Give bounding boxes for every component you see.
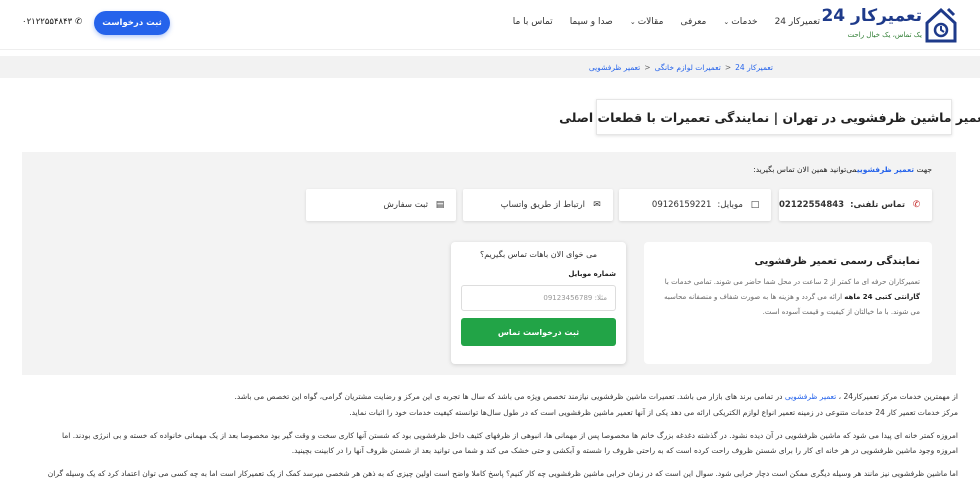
request-button[interactable]: ثبت درخواست bbox=[94, 11, 170, 35]
mobile-input[interactable]: مثلا: 09123456789 bbox=[461, 285, 616, 311]
chat-icon: ✉ bbox=[593, 200, 601, 210]
mobile-card[interactable]: □ موبایل: 09126159221 bbox=[619, 189, 771, 221]
breadcrumb-item-home[interactable]: تعمیرکار 24 bbox=[735, 63, 773, 72]
intro-paragraph-2: مرکز خدمات تعمیر کار 24 خدمات متنوعی در … bbox=[349, 408, 958, 417]
logo-text: تعمیرکار 24 bbox=[821, 6, 922, 26]
nav-item-home[interactable]: تعمیرکار 24 bbox=[775, 17, 820, 27]
representative-title: نمایندگی رسمی تعمیر ظرفشویی bbox=[754, 256, 920, 267]
order-card[interactable]: ▤ ثبت سفارش bbox=[306, 189, 456, 221]
phone-icon: ✆ bbox=[74, 17, 83, 27]
logo-tagline: یک تماس، یک خیال راحت bbox=[847, 31, 922, 39]
phone-card[interactable]: ✆ تماس تلفنی: 02122554843 bbox=[779, 189, 932, 221]
body-paragraph-3-line-1: امروزه کمتر خانه ای پیدا می شود که ماشین… bbox=[61, 431, 958, 440]
breadcrumb-item-appliances[interactable]: تعمیرات لوازم خانگی bbox=[655, 63, 721, 72]
submit-callback-button[interactable]: ثبت درخواست تماس bbox=[461, 318, 616, 346]
page-title: تعمیر ماشین ظرفشویی در تهران | نمایندگی … bbox=[559, 99, 980, 135]
mobile-label: شماره موبایل bbox=[568, 270, 616, 278]
nav-item-articles[interactable]: مقالات⌄ bbox=[630, 17, 664, 27]
nav-item-contact[interactable]: تماس با ما bbox=[513, 17, 553, 27]
breadcrumb: تعمیرکار 24 < تعمیرات لوازم خانگی < تعمی… bbox=[0, 56, 980, 78]
callback-form: می خوای الان باهات تماس بگیریم؟ شماره مو… bbox=[451, 242, 626, 364]
form-question: می خوای الان باهات تماس بگیریم؟ bbox=[479, 250, 598, 259]
chevron-down-icon: ⌄ bbox=[723, 18, 730, 26]
intro-paragraph-1: از مهمترین خدمات مرکز تعمیرکار24 ، تعمیر… bbox=[234, 392, 958, 401]
whatsapp-card[interactable]: ✉ ارتباط از طریق واتساپ bbox=[463, 189, 613, 221]
contact-section: جهت تعمیر ظرفشوییمی‌توانید همین الان تما… bbox=[22, 152, 956, 375]
main-nav: تعمیرکار 24 خدمات⌄ معرفی مقالات⌄ صدا و س… bbox=[513, 17, 820, 27]
body-paragraph-3-line-2: امروزه وجود ماشین ظرفشویی در هر خانه ای … bbox=[291, 446, 958, 455]
contact-lead: جهت تعمیر ظرفشوییمی‌توانید همین الان تما… bbox=[753, 165, 932, 174]
chevron-down-icon: ⌄ bbox=[629, 18, 636, 26]
nav-item-services[interactable]: خدمات⌄ bbox=[723, 17, 757, 27]
service-link[interactable]: تعمیر ظرفشویی bbox=[785, 392, 836, 401]
service-link[interactable]: تعمیر ظرفشویی bbox=[857, 165, 914, 174]
breadcrumb-separator: < bbox=[724, 62, 732, 72]
site-header: تعمیرکار 24 یک تماس، یک خیال راحت تعمیرک… bbox=[0, 0, 980, 50]
nav-item-media[interactable]: صدا و سیما bbox=[570, 17, 613, 27]
mobile-icon: □ bbox=[750, 200, 760, 210]
logo-house-icon bbox=[925, 7, 957, 43]
nav-item-about[interactable]: معرفی bbox=[680, 17, 706, 27]
site-logo[interactable]: تعمیرکار 24 یک تماس، یک خیال راحت bbox=[821, 5, 958, 47]
phone-icon: ✆ bbox=[912, 200, 921, 210]
header-phone[interactable]: ۰۲۱۲۲۵۵۴۸۴۳ ✆ bbox=[22, 17, 82, 27]
representative-box: نمایندگی رسمی تعمیر ظرفشویی تعمیرکاران ح… bbox=[644, 242, 932, 364]
breadcrumb-item-current[interactable]: تعمیر ظرفشویی bbox=[589, 63, 640, 72]
clipboard-icon: ▤ bbox=[435, 200, 445, 210]
body-paragraph-4: اما ماشین ظرفشویی نیز مانند هر وسیله دیگ… bbox=[47, 469, 958, 478]
representative-body: تعمیرکاران حرفه ای ما کمتر از 2 ساعت در … bbox=[664, 278, 920, 316]
breadcrumb-separator: < bbox=[644, 62, 651, 72]
